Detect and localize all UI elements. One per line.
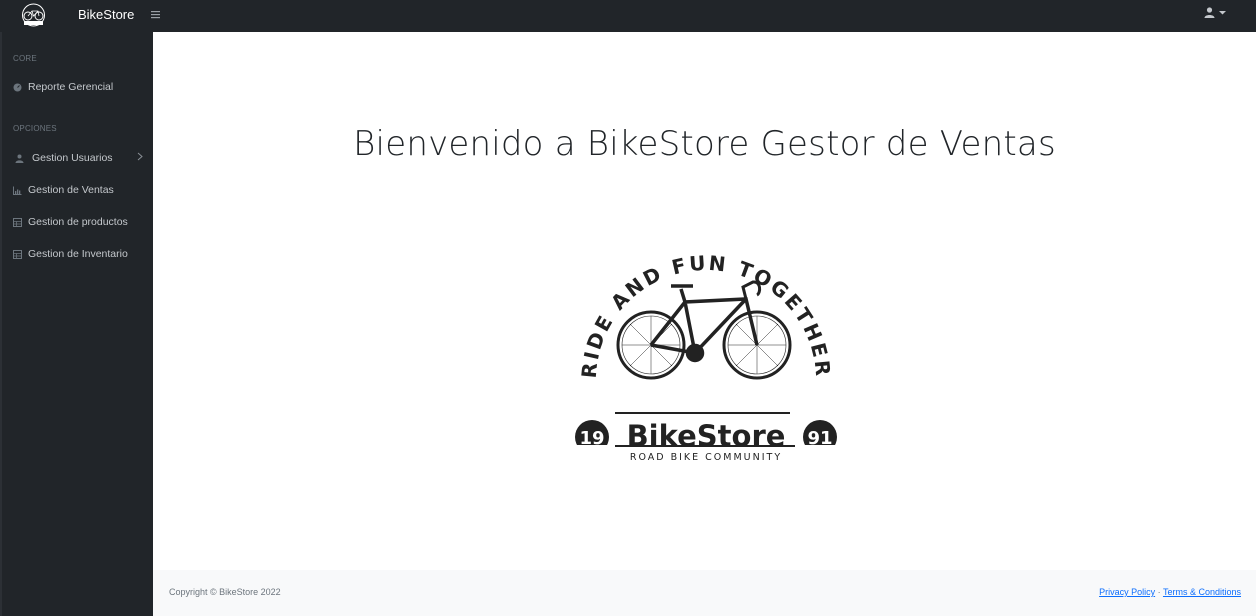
top-navbar: BikeStore [0, 0, 1256, 32]
logo-arc-text: RIDE AND FUN TOGETHER [577, 251, 833, 379]
privacy-policy-link[interactable]: Privacy Policy [1099, 587, 1155, 597]
brand-name[interactable]: BikeStore [78, 6, 134, 24]
sidebar-item-gestion-productos[interactable]: Gestion de productos [13, 212, 143, 232]
sidebar-item-label: Reporte Gerencial [28, 81, 114, 93]
caret-down-icon [1219, 11, 1226, 15]
user-icon [15, 154, 24, 163]
logo-tagline-block: ROAD BIKE COMMUNITY [615, 445, 795, 463]
dashboard-icon [13, 83, 22, 92]
sidebar-heading-core: CORE [13, 54, 37, 63]
footer: Copyright © BikeStore 2022 Privacy Polic… [153, 570, 1256, 616]
main-content: Bienvenido a BikeStore Gestor de Ventas … [153, 32, 1256, 570]
terms-conditions-link[interactable]: Terms & Conditions [1163, 587, 1241, 597]
bikestore-logo-image: RIDE AND FUN TOGETHER 19 91 BikeStore [575, 251, 837, 445]
sidebar-item-label: Gestion de productos [28, 216, 128, 228]
sidebar-item-label: Gestion de Ventas [28, 184, 114, 196]
sidebar-toggle-button[interactable] [151, 6, 160, 24]
bicycle-icon [616, 280, 792, 380]
logo-year-left: 19 [579, 428, 604, 445]
sidebar-item-gestion-ventas[interactable]: Gestion de Ventas [13, 180, 143, 200]
logo-tagline: ROAD BIKE COMMUNITY [630, 452, 782, 463]
table-icon [13, 217, 22, 227]
footer-links: Privacy Policy · Terms & Conditions [1099, 587, 1241, 597]
brand-logo-icon[interactable] [18, 3, 49, 28]
sidebar: CORE Reporte Gerencial OPCIONES Gestion … [0, 32, 153, 616]
chevron-right-icon [137, 152, 143, 164]
logo-year-right: 91 [807, 428, 832, 445]
table-icon [13, 249, 22, 259]
page-title: Bienvenido a BikeStore Gestor de Ventas [353, 124, 1056, 164]
sidebar-item-label: Gestion Usuarios [32, 152, 113, 164]
chart-icon [13, 186, 22, 195]
sidebar-item-reporte-gerencial[interactable]: Reporte Gerencial [13, 77, 143, 97]
sidebar-item-gestion-inventario[interactable]: Gestion de Inventario [13, 244, 143, 264]
svg-text:RIDE AND FUN TOGETHER: RIDE AND FUN TOGETHER [577, 251, 836, 379]
copyright-text: Copyright © BikeStore 2022 [169, 587, 281, 597]
logo-name: BikeStore [627, 419, 786, 445]
footer-separator: · [1157, 587, 1161, 597]
user-dropdown-toggle[interactable] [1204, 7, 1226, 18]
hamburger-icon [151, 11, 160, 19]
sidebar-item-label: Gestion de Inventario [28, 248, 128, 260]
sidebar-heading-opciones: OPCIONES [13, 124, 57, 133]
sidebar-item-gestion-usuarios[interactable]: Gestion Usuarios [15, 148, 143, 168]
user-icon [1204, 7, 1215, 18]
